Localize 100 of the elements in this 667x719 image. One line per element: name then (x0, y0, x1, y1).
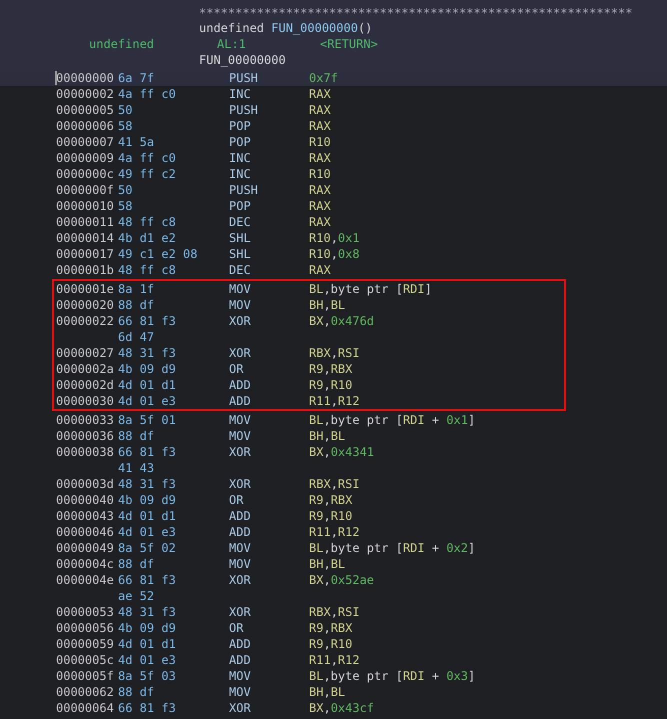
bytes-cell-text: 41 5a (118, 134, 156, 150)
address-cell-text: 00000059 (56, 636, 115, 652)
operand-cell: RAX (309, 102, 331, 118)
mnemonic-cell-text: MOV (229, 412, 252, 428)
operand-cell: RBX,RSI (309, 476, 360, 492)
listing-row[interactable]: 0000001b 48 ff c8 DEC RAX (0, 262, 667, 278)
listing-row[interactable]: 0000003d 48 31 f3 XOR RBX,RSI (0, 476, 667, 492)
operand-cell: R9,R10 (309, 508, 352, 524)
operand-cell: R9,RBX (309, 361, 352, 377)
listing-row[interactable]: 0000005f 8a 5f 03 MOV BL,byte ptr [RDI + 0x3] (0, 668, 667, 684)
operand-cell: RAX (309, 150, 331, 166)
listing-row[interactable]: 00000007 41 5a POP R10 (0, 134, 667, 150)
listing-row[interactable]: 0000002d 4d 01 d1 ADD R9,R10 (54, 377, 564, 393)
operand-cell: R10 (309, 134, 331, 150)
bytes-cell-text: 8a 1f (118, 281, 156, 297)
bytes-cell-text: 66 81 f3 (118, 572, 177, 588)
listing-row[interactable]: 00000017 49 c1 e2 08 SHL R10,0x8 (0, 246, 667, 262)
listing-row[interactable]: 00000027 48 31 f3 XOR RBX,RSI (54, 345, 564, 361)
bytes-cell-text: 66 81 f3 (118, 313, 177, 329)
listing-row[interactable]: 00000053 48 31 f3 XOR RBX,RSI (0, 604, 667, 620)
listing-row[interactable]: 0000002a 4b 09 d9 OR R9,RBX (54, 361, 564, 377)
mnemonic-cell-text: XOR (229, 700, 252, 716)
function-signature: undefined FUN_00000000() (199, 21, 372, 35)
listing-row[interactable]: 00000033 8a 5f 01 MOV BL,byte ptr [RDI + 0x1] (0, 412, 667, 428)
operand-cell: RBX,RSI (309, 604, 360, 620)
listing-row[interactable]: 0000004e 66 81 f3 XOR BX,0x52ae (0, 572, 667, 588)
address-cell-text: 0000005f (56, 668, 115, 684)
listing-row[interactable]: 00000046 4d 01 e3 ADD R11,R12 (0, 524, 667, 540)
listing-row[interactable]: 0000004c 88 df MOV BH,BL (0, 556, 667, 572)
address-cell-text: 0000004e (56, 572, 115, 588)
mnemonic-cell-text: XOR (229, 476, 252, 492)
return-name: <RETURN> (320, 36, 378, 52)
operand-cell: R9,RBX (309, 620, 352, 636)
address-cell-text: 00000010 (56, 198, 115, 214)
address-cell-text: 00000038 (56, 444, 115, 460)
operand-cell: RAX (309, 262, 331, 278)
address-cell-text: 0000002a (56, 361, 115, 377)
bytes-cell-text: 4a ff c0 (118, 150, 177, 166)
operand-cell: R11,R12 (309, 393, 360, 409)
listing-row[interactable]: 00000038 66 81 f3 XOR BX,0x4341 (0, 444, 667, 460)
bytes-cell-text: 4d 01 e3 (118, 524, 177, 540)
operand-cell: BL,byte ptr [RDI + 0x1] (309, 412, 476, 428)
address-cell-text: 00000033 (56, 412, 115, 428)
address-cell-text: 0000002d (56, 377, 115, 393)
listing-row[interactable]: 0000000c 49 ff c2 INC R10 (0, 166, 667, 182)
bytes-cell-text: 4d 01 d1 (118, 636, 177, 652)
operand-cell: BX,0x4341 (309, 444, 374, 460)
bytes-cell-text: 58 (118, 118, 134, 134)
listing-row[interactable]: 00000040 4b 09 d9 OR R9,RBX (0, 492, 667, 508)
bytes-cell-text: 4d 01 d1 (118, 377, 177, 393)
mnemonic-cell-text: MOV (229, 668, 252, 684)
listing-row[interactable]: 00000014 4b d1 e2 SHL R10,0x1 (0, 230, 667, 246)
listing-row[interactable]: 00000036 88 df MOV BH,BL (0, 428, 667, 444)
mnemonic-cell-text: XOR (229, 444, 252, 460)
operand-cell: BL,byte ptr [RDI] (309, 281, 432, 297)
listing-row[interactable]: 00000064 66 81 f3 XOR BX,0x43cf (0, 700, 667, 716)
listing-row[interactable]: 00000022 66 81 f3 XOR BX,0x476d (54, 313, 564, 329)
bytes-cell-text: 50 (118, 102, 134, 118)
mnemonic-cell-text: XOR (229, 313, 252, 329)
listing-row[interactable]: 00000010 58 POP RAX (0, 198, 667, 214)
address-cell-text: 00000030 (56, 393, 115, 409)
address-cell-text: 00000062 (56, 684, 115, 700)
address-cell-text: 00000000 (56, 70, 115, 86)
function-label: FUN_00000000 (199, 53, 286, 67)
listing-row[interactable]: 0000005c 4d 01 e3 ADD R11,R12 (0, 652, 667, 668)
listing-row[interactable]: 00000062 88 df MOV BH,BL (0, 684, 667, 700)
listing-row[interactable]: 00000005 50 PUSH RAX (0, 102, 667, 118)
address-cell-text: 00000040 (56, 492, 115, 508)
bytes-cell-text: 88 df (118, 684, 156, 700)
address-cell-text: 00000006 (56, 118, 115, 134)
listing-row[interactable]: 00000009 4a ff c0 INC RAX (0, 150, 667, 166)
mnemonic-cell-text: MOV (229, 540, 252, 556)
mnemonic-cell-text: INC (229, 86, 252, 102)
listing-row[interactable]: 00000056 4b 09 d9 OR R9,RBX (0, 620, 667, 636)
operand-cell: BX,0x52ae (309, 572, 374, 588)
address-cell-text: 0000005c (56, 652, 115, 668)
address-cell-text: 00000027 (56, 345, 115, 361)
listing-row[interactable]: 0000000f 50 PUSH RAX (0, 182, 667, 198)
mnemonic-cell-text: SHL (229, 246, 252, 262)
listing-row[interactable]: 00000020 88 df MOV BH,BL (54, 297, 564, 313)
bytes-cell-text: 6a 7f (118, 70, 156, 86)
address-cell-text: 0000001e (56, 281, 115, 297)
listing-row[interactable]: 00000002 4a ff c0 INC RAX (0, 86, 667, 102)
bytes-cell-text: 48 31 f3 (118, 476, 177, 492)
mnemonic-cell-text: MOV (229, 556, 252, 572)
listing-row[interactable]: 00000011 48 ff c8 DEC RAX (0, 214, 667, 230)
listing-row[interactable]: 00000043 4d 01 d1 ADD R9,R10 (0, 508, 667, 524)
listing-row[interactable]: 00000000 6a 7f PUSH 0x7f (0, 70, 667, 86)
listing-row[interactable]: 00000059 4d 01 d1 ADD R9,R10 (0, 636, 667, 652)
comment-rule: ************************************************************ (198, 6, 634, 20)
bytes-cell-text: 49 ff c2 (118, 166, 177, 182)
bytes-cell-text: 4b 09 d9 (118, 492, 177, 508)
listing-row[interactable]: 0000001e 8a 1f MOV BL,byte ptr [RDI] (54, 281, 564, 297)
listing-row[interactable]: 00000049 8a 5f 02 MOV BL,byte ptr [RDI + 0x2] (0, 540, 667, 556)
mnemonic-cell-text: DEC (229, 214, 252, 230)
listing-row[interactable]: 00000006 58 POP RAX (0, 118, 667, 134)
mnemonic-cell-text: POP (229, 134, 252, 150)
listing-row[interactable]: 00000030 4d 01 e3 ADD R11,R12 (54, 393, 564, 409)
operand-cell: BH,BL (309, 684, 346, 700)
bytes-cell-text: 48 31 f3 (118, 345, 177, 361)
